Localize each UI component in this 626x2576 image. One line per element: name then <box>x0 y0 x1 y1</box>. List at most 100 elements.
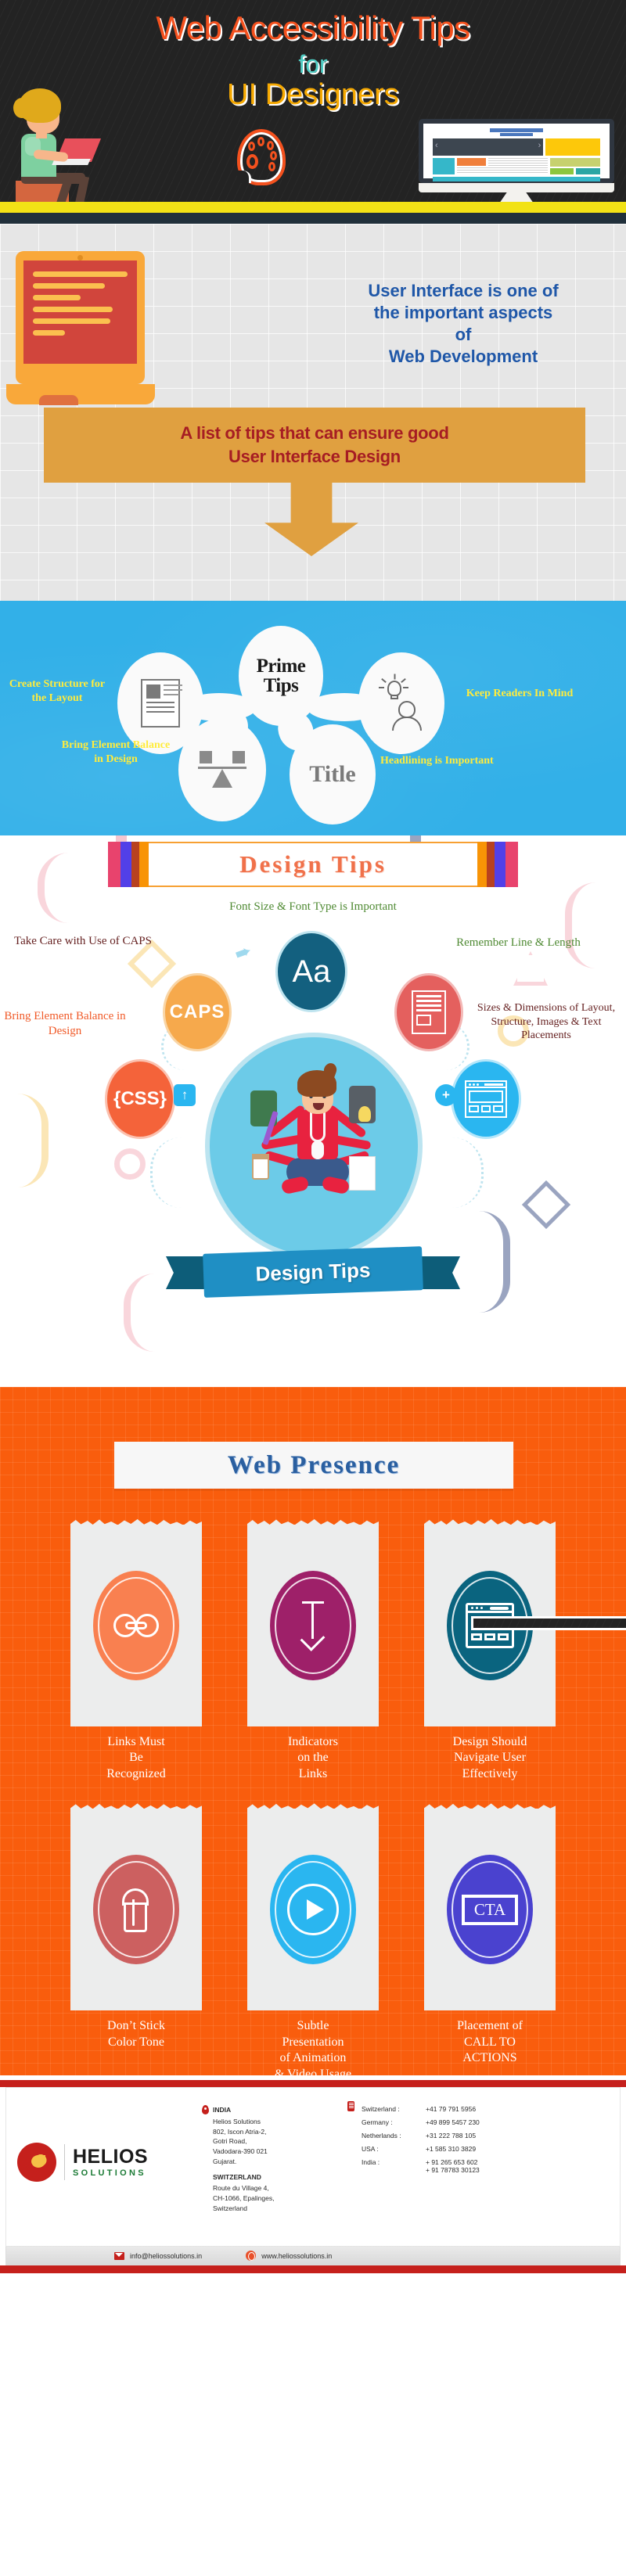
caps-circle-icon: CAPS <box>163 973 232 1051</box>
card-row: Links Must Be Recognized Indicators on t… <box>0 1525 626 1782</box>
caps-text: CAPS <box>169 1001 225 1022</box>
document-icon <box>141 679 182 728</box>
phone-number[interactable]: +49 899 5457 230 <box>426 2118 480 2126</box>
phone-country: Switzerland : <box>362 2105 400 2113</box>
layout-browser-icon <box>447 1571 626 1680</box>
footer-section: HELIOS SOLUTIONS INDIA Helios Solutions … <box>0 2075 626 2273</box>
design-tips-ribbon: Design Tips <box>166 1246 460 1299</box>
tips-banner-line: A list of tips that can ensure good <box>180 423 449 444</box>
lightbulb-person-icon <box>378 674 425 731</box>
decorative-circle <box>114 1148 146 1180</box>
hero-section: Web Accessibility Tips for UI Designers <box>0 0 626 202</box>
phone-country: Germany : <box>362 2118 393 2126</box>
phone-country: India : <box>362 2158 380 2166</box>
footer-email[interactable]: info@heliossolutions.in <box>114 2251 202 2260</box>
card-caption: Indicators on the Links <box>288 1735 338 1780</box>
footer-top-rule <box>0 2080 626 2087</box>
card-caption: Placement of CALL TO ACTIONS <box>457 2019 523 2065</box>
yellow-divider-bar <box>0 202 626 213</box>
location-pin-icon <box>202 2105 209 2114</box>
font-aa-icon: Aa <box>275 931 347 1012</box>
footer-website[interactable]: www.heliossolutions.in <box>246 2251 332 2261</box>
design-tips-title: Design Tips <box>239 850 387 878</box>
design-tips-title-bar: Design Tips <box>108 842 518 887</box>
prime-tip-blob-balance <box>178 718 266 821</box>
decorative-wave <box>565 882 601 968</box>
company-logo: HELIOS SOLUTIONS <box>17 2100 213 2182</box>
card-color-tone[interactable]: Don’t Stick Color Tone <box>70 1809 202 2075</box>
dark-divider-bar <box>0 213 626 224</box>
helios-mark-icon <box>17 2143 56 2182</box>
phone-row: Germany : +49 899 5457 230 <box>362 2118 612 2126</box>
decorative-triangle <box>513 951 548 986</box>
card-caption: Design Should Navigate User Effectively <box>452 1735 527 1780</box>
design-tip-label-caps: Take Care with Use of CAPS <box>13 935 152 947</box>
web-presence-cards: Links Must Be Recognized Indicators on t… <box>0 1525 626 2075</box>
card-animation-video[interactable]: Subtle Presentation of Animation & Video… <box>247 1809 379 2075</box>
carousel-placeholder <box>433 138 544 156</box>
balance-scale-icon <box>198 749 246 790</box>
phone-country: USA : <box>362 2145 379 2153</box>
prime-tip-blob-headline: Title <box>290 724 376 825</box>
office-address: Route du Village 4, CH-1066, Epalinges, … <box>213 2184 275 2212</box>
phone-number[interactable]: + 91 265 653 602 + 91 78783 30123 <box>426 2158 480 2174</box>
intro-line: the important aspects <box>373 303 553 323</box>
decorative-wave <box>17 1094 49 1187</box>
phone-number[interactable]: +31 222 788 105 <box>426 2132 476 2139</box>
ribbon-label: Design Tips <box>255 1257 371 1286</box>
page-title: Web Accessibility Tips <box>156 9 470 46</box>
office-country: SWITZERLAND <box>213 2172 261 2181</box>
phone-number[interactable]: +1 585 310 3829 <box>426 2145 476 2153</box>
globe-icon <box>246 2251 257 2261</box>
phone-row: Switzerland : +41 79 791 5956 <box>362 2105 612 2113</box>
tips-banner-line: User Interface Design <box>228 447 401 466</box>
lightbulb-icon <box>358 1106 371 1122</box>
design-tip-label-sizes: Sizes & Dimensions of Layout, Structure,… <box>477 1002 616 1041</box>
css-text: {CSS} <box>113 1088 167 1109</box>
card-caption: Links Must Be Recognized <box>106 1735 166 1780</box>
intro-line: Web Development <box>388 347 538 367</box>
prime-tips-title-line1: Prime <box>256 656 306 677</box>
font-aa-text: Aa <box>292 954 331 989</box>
intro-line: User Interface is one of <box>368 281 559 300</box>
design-tip-label-line-length: Remember Line & Length <box>456 936 581 949</box>
footer-phone-list: Switzerland : +41 79 791 5956 Germany : … <box>346 2100 612 2179</box>
mobile-phone-icon <box>347 2101 354 2111</box>
brand-subtitle: SOLUTIONS <box>73 2168 146 2178</box>
footer-bottom-rule <box>0 2265 626 2273</box>
desktop-monitor-illustration <box>419 119 614 202</box>
dotted-connector <box>150 1137 205 1208</box>
prime-tips-center-blob: Prime Tips <box>239 626 323 726</box>
brand-name: HELIOS <box>73 2145 149 2168</box>
email-address[interactable]: info@heliossolutions.in <box>130 2252 202 2260</box>
footer-contact-bar: info@heliossolutions.in www.heliossoluti… <box>5 2247 621 2265</box>
css-braces-icon: {CSS} <box>105 1059 175 1139</box>
title-text-icon: Title <box>309 761 356 787</box>
prime-tips-section: Prime Tips Create Structure for the Layo… <box>0 601 626 835</box>
hero-connector-word: for <box>298 50 328 78</box>
infographic-page: Web Accessibility Tips for UI Designers <box>0 0 626 2273</box>
footer-addresses: INDIA Helios Solutions 802, Iscon Atria-… <box>202 2100 346 2219</box>
card-links-recognized[interactable]: Links Must Be Recognized <box>70 1525 202 1782</box>
phone-row: Netherlands : +31 222 788 105 <box>362 2132 612 2139</box>
web-presence-section: Web Presence Links Must Be Recognized In… <box>0 1387 626 2075</box>
hero-subtitle: UI Designers <box>227 78 399 111</box>
paper-plane-icon: ➨ <box>231 938 256 966</box>
card-indicators-links[interactable]: Indicators on the Links <box>247 1525 379 1782</box>
office-country: INDIA <box>213 2106 232 2114</box>
card-design-navigate[interactable]: Design Should Navigate User Effectively <box>424 1525 626 1782</box>
card-call-to-action[interactable]: CTA Placement of CALL TO ACTIONS <box>424 1809 556 2075</box>
web-presence-title: Web Presence <box>227 1450 401 1479</box>
web-presence-title-plate: Web Presence <box>114 1442 513 1489</box>
paint-bucket-icon <box>93 1855 179 1965</box>
website-url[interactable]: www.heliossolutions.in <box>261 2252 332 2260</box>
phone-number[interactable]: +41 79 791 5956 <box>426 2105 476 2113</box>
card-row: Don’t Stick Color Tone Subtle Presentati… <box>0 1809 626 2075</box>
card-caption: Subtle Presentation of Animation & Video… <box>274 2019 352 2075</box>
arrow-down-icon <box>270 1571 356 1680</box>
prime-tip-label-headline: Headlining is Important <box>380 755 494 767</box>
decorative-diamond <box>521 1180 571 1230</box>
article-lines-icon <box>394 973 463 1051</box>
intro-line: of <box>455 325 472 345</box>
cta-box-icon: CTA <box>447 1855 533 1965</box>
